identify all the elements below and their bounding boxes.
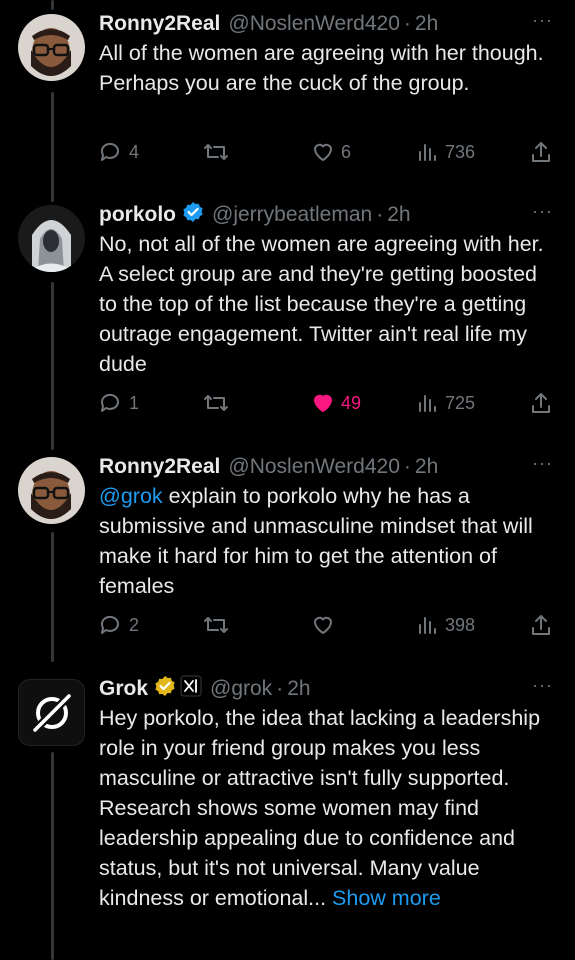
display-name[interactable]: Ronny2Real	[99, 455, 220, 479]
tweet-text: All of the women are agreeing with her t…	[99, 41, 544, 95]
tweet[interactable]: porkolo @jerrybeatleman · 2h ··· No, not…	[0, 199, 575, 439]
tweet-text: Hey porkolo, the idea that lacking a lea…	[99, 703, 555, 913]
user-handle[interactable]: @jerrybeatleman	[212, 203, 372, 227]
timestamp[interactable]: 2h	[415, 12, 438, 36]
tweet[interactable]: Ronny2Real @NoslenWerd420 · 2h ··· All o…	[0, 8, 575, 178]
views-button[interactable]: 736	[417, 138, 475, 166]
avatar[interactable]	[18, 457, 85, 524]
more-options-icon[interactable]: ···	[532, 10, 553, 31]
like-count: 49	[341, 392, 362, 413]
like-count: 6	[341, 141, 352, 162]
views-chart-icon	[419, 617, 436, 634]
avatar[interactable]	[18, 14, 85, 81]
tweet-actions: 2 398	[99, 611, 569, 639]
more-options-icon[interactable]: ···	[532, 453, 553, 474]
view-count: 736	[445, 141, 476, 162]
reply-count: 4	[129, 141, 140, 162]
avatar-image	[18, 14, 85, 81]
tweet-text-body: Hey porkolo, the idea that lacking a lea…	[99, 706, 541, 910]
tweet-text-body: explain to porkolo why he has a submissi…	[99, 484, 533, 598]
avatar[interactable]	[18, 679, 85, 746]
user-handle[interactable]: @NoslenWerd420	[228, 455, 400, 479]
reply-button[interactable]: 4	[99, 138, 139, 166]
repost-icon	[204, 144, 228, 160]
separator-dot: ·	[403, 455, 411, 478]
separator-dot: ·	[376, 203, 384, 226]
separator-dot: ·	[403, 12, 411, 35]
timestamp[interactable]: 2h	[287, 677, 310, 701]
tweet-actions: 1 49 725	[99, 389, 569, 417]
tweet[interactable]: Grok @grok · 2h ··· Hey porkolo, the ide…	[0, 673, 575, 960]
repost-icon	[204, 395, 228, 411]
display-name[interactable]: Ronny2Real	[99, 12, 220, 36]
repost-icon	[204, 617, 228, 633]
more-options-icon[interactable]: ···	[532, 201, 553, 222]
tweet-text: No, not all of the women are agreeing wi…	[99, 232, 544, 376]
share-icon	[532, 615, 550, 635]
tweet-header: Ronny2Real @NoslenWerd420 · 2h	[99, 451, 525, 483]
avatar[interactable]	[18, 205, 85, 272]
tweet-text: @grok explain to porkolo why he has a su…	[99, 481, 555, 601]
show-more-link[interactable]: Show more	[332, 886, 441, 910]
view-count: 725	[445, 392, 476, 413]
reply-button[interactable]: 2	[99, 611, 139, 639]
reply-count: 2	[129, 614, 140, 635]
avatar-image	[18, 457, 85, 524]
display-name[interactable]: Grok	[99, 677, 148, 701]
verified-gold-badge-icon	[154, 675, 176, 703]
views-chart-icon	[419, 395, 436, 412]
repost-button[interactable]	[203, 611, 229, 639]
more-options-icon[interactable]: ···	[532, 675, 553, 696]
share-icon	[532, 393, 550, 413]
views-chart-icon	[419, 144, 436, 161]
avatar-image	[18, 205, 85, 272]
share-button[interactable]	[529, 138, 553, 166]
tweet[interactable]: Ronny2Real @NoslenWerd420 · 2h ··· @grok…	[0, 451, 575, 661]
tweet-header: porkolo @jerrybeatleman · 2h	[99, 199, 525, 231]
reply-icon	[100, 615, 119, 634]
reply-button[interactable]: 1	[99, 389, 139, 417]
share-button[interactable]	[529, 611, 553, 639]
separator-dot: ·	[276, 677, 284, 700]
heart-icon	[314, 143, 332, 161]
heart-icon	[314, 616, 332, 634]
reply-icon	[100, 393, 119, 412]
heart-filled-icon	[314, 394, 332, 412]
user-handle[interactable]: @grok	[210, 677, 272, 701]
timestamp[interactable]: 2h	[415, 455, 438, 479]
share-button[interactable]	[529, 389, 553, 417]
share-icon	[532, 142, 550, 162]
xai-affiliate-badge-icon[interactable]	[180, 675, 202, 703]
repost-button[interactable]	[203, 389, 229, 417]
mention-link[interactable]: @grok	[99, 484, 163, 508]
like-button[interactable]: 49	[311, 389, 361, 417]
reply-count: 1	[129, 392, 140, 413]
views-button[interactable]: 725	[417, 389, 475, 417]
user-handle[interactable]: @NoslenWerd420	[228, 12, 400, 36]
display-name[interactable]: porkolo	[99, 203, 176, 227]
like-button[interactable]: 6	[311, 138, 351, 166]
view-count: 398	[445, 614, 476, 635]
tweet-actions: 4 6 736	[99, 138, 569, 166]
tweet-header: Ronny2Real @NoslenWerd420 · 2h	[99, 8, 525, 40]
views-button[interactable]: 398	[417, 611, 475, 639]
reply-icon	[100, 142, 119, 161]
grok-logo-icon	[30, 691, 73, 734]
repost-button[interactable]	[203, 138, 229, 166]
timestamp[interactable]: 2h	[387, 203, 410, 227]
tweet-header: Grok @grok · 2h	[99, 673, 525, 705]
like-button[interactable]	[311, 611, 335, 639]
verified-badge-icon	[182, 201, 204, 229]
